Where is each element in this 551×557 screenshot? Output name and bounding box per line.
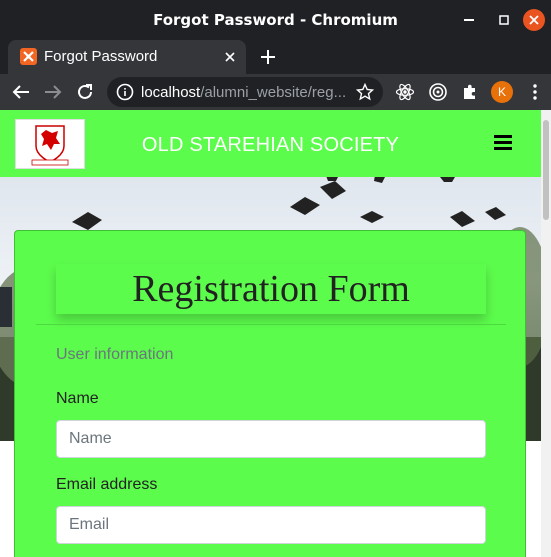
info-icon[interactable]: [116, 83, 134, 101]
maximize-button[interactable]: [493, 9, 515, 31]
target-extension-button[interactable]: [428, 82, 448, 102]
react-icon: [395, 83, 415, 101]
chrome-menu-button[interactable]: [525, 82, 545, 102]
section-label-user-information: User information: [56, 346, 174, 363]
minimize-button[interactable]: [458, 9, 480, 31]
target-icon: [429, 83, 447, 101]
form-title: Registration Form: [132, 268, 410, 310]
new-tab-button[interactable]: [256, 45, 280, 69]
tab-forgot-password[interactable]: Forgot Password: [8, 40, 246, 74]
divider: [36, 324, 506, 325]
star-icon: [356, 83, 374, 101]
name-label: Name: [56, 390, 99, 407]
close-window-button[interactable]: [523, 9, 545, 31]
url-text[interactable]: localhost/alumni_website/reg...: [141, 84, 351, 101]
close-icon: [225, 52, 235, 62]
reload-icon: [78, 84, 92, 99]
tab-strip: Forgot Password: [0, 40, 551, 74]
page-scrollbar[interactable]: [541, 110, 551, 557]
registration-card: Registration Form User information Name …: [14, 230, 526, 557]
reload-button[interactable]: [72, 79, 98, 105]
minimize-icon: [464, 19, 474, 21]
extensions-button[interactable]: [460, 82, 480, 102]
tab-title: Forgot Password: [44, 48, 158, 65]
browser-toolbar: localhost/alumni_website/reg... K: [0, 74, 551, 110]
page-viewport: OLD STAREHIAN SOCIETY Registration Form …: [0, 110, 551, 557]
maximize-icon: [499, 15, 509, 25]
arrow-right-icon: [45, 85, 62, 99]
bookmark-star-button[interactable]: [355, 82, 375, 102]
address-bar[interactable]: localhost/alumni_website/reg...: [107, 77, 383, 107]
profile-avatar[interactable]: K: [491, 81, 513, 103]
site-favicon-icon: [20, 48, 37, 65]
forward-button[interactable]: [40, 79, 66, 105]
site-brand[interactable]: OLD STAREHIAN SOCIETY: [0, 134, 551, 157]
arrow-left-icon: [12, 85, 29, 99]
scrollbar-thumb[interactable]: [543, 120, 549, 220]
react-devtools-extension-button[interactable]: [395, 82, 415, 102]
tab-close-button[interactable]: [220, 47, 240, 67]
back-button[interactable]: [8, 79, 34, 105]
hamburger-menu-icon[interactable]: [494, 135, 512, 150]
name-input[interactable]: [56, 420, 486, 458]
email-input[interactable]: [56, 506, 486, 544]
puzzle-icon: [464, 84, 475, 99]
more-vertical-icon: [533, 84, 537, 100]
window-titlebar: Forgot Password - Chromium: [0, 0, 551, 40]
plus-icon: [261, 50, 275, 64]
close-icon: [529, 15, 539, 25]
email-label: Email address: [56, 476, 158, 493]
form-title-box: Registration Form: [56, 264, 486, 314]
site-navbar: OLD STAREHIAN SOCIETY: [0, 110, 541, 177]
